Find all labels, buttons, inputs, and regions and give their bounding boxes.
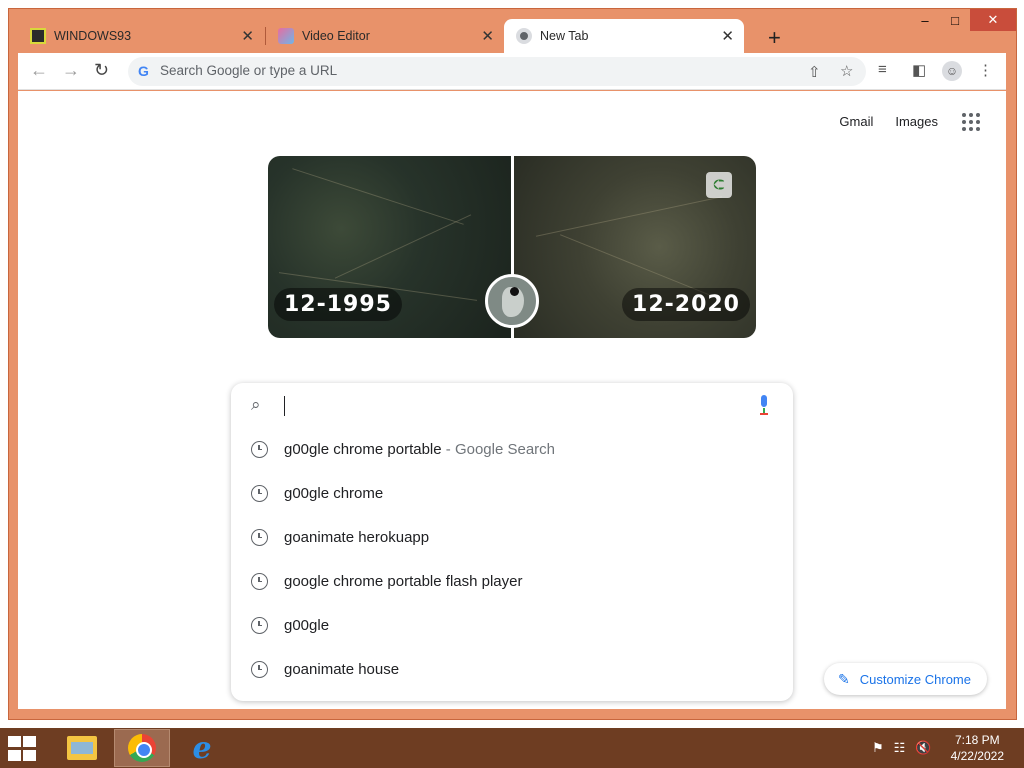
history-clock-icon [251,440,268,458]
suggestion-item[interactable]: g00gle chrome [231,471,793,515]
suggestion-item[interactable]: g00gle chrome portable - Google Search [231,427,793,471]
taskbar-chrome[interactable] [114,729,170,767]
suggestion-item[interactable]: goanimate house [231,647,793,691]
tab-title: Video Editor [302,29,370,43]
history-clock-icon [251,484,268,502]
year-label-left: 12-1995 [274,288,402,321]
back-arrow-icon[interactable]: ← [30,60,48,81]
customize-label: Customize Chrome [859,671,971,687]
network-icon[interactable]: ☷ [894,740,906,756]
maximize-button[interactable]: □ [940,9,970,31]
customize-chrome-button[interactable]: ✎ Customize Chrome [824,663,987,695]
omnibox[interactable]: G Search Google or type a URL ⇧ ☆ [128,57,866,86]
reload-icon[interactable]: ↻ [94,60,109,81]
suggestion-text: google chrome portable flash player [284,572,523,590]
suggestion-list: g00gle chrome portable - Google Search g… [231,427,793,691]
suggestion-text: g00gle chrome [284,484,384,502]
bookmark-star-icon[interactable]: ☆ [840,62,853,80]
google-doodle[interactable]: 12-1995 12-2020 ⮈ [268,156,756,338]
minimize-button[interactable]: ‒ [910,9,940,31]
top-links: Gmail Images [839,114,938,129]
tab-close-icon[interactable]: ✕ [721,27,734,45]
chrome-favicon-icon [516,28,532,44]
windows93-favicon-icon [30,28,46,44]
history-clock-icon [251,528,268,546]
browser-toolbar: ← → ↻ G Search Google or type a URL ⇧ ☆ … [18,53,1006,90]
profile-avatar-icon[interactable]: ☺ [942,61,962,81]
start-button[interactable] [8,736,38,762]
reading-list-icon[interactable]: ≡ [878,61,887,78]
share-icon[interactable]: ⮈ [706,172,732,198]
history-clock-icon [251,660,268,678]
taskbar-file-explorer[interactable] [54,729,110,767]
suggestion-item[interactable]: google chrome portable flash player [231,559,793,603]
taskbar: e ⚑ ☷ 🔇 7:18 PM 4/22/2022 [0,728,1024,768]
volume-muted-icon[interactable]: 🔇 [915,740,931,756]
clock-time: 7:18 PM [954,733,1000,747]
new-tab-button[interactable]: + [768,25,781,51]
globe-icon[interactable] [485,274,539,328]
menu-kebab-icon[interactable]: ⋮ [978,61,993,79]
video-editor-favicon-icon [278,28,294,44]
suggestion-item[interactable]: g00gle [231,603,793,647]
apps-grid-icon[interactable] [962,113,980,131]
pencil-icon: ✎ [838,670,850,687]
suggestion-text: goanimate herokuapp [284,528,430,546]
chrome-icon [128,734,156,762]
suggestion-text: g00gle [284,616,330,634]
images-link[interactable]: Images [895,114,938,129]
text-cursor [284,396,285,416]
forward-arrow-icon[interactable]: → [62,60,80,81]
year-label-right: 12-2020 [622,288,750,321]
history-clock-icon [251,572,268,590]
side-panel-icon[interactable]: ◧ [912,61,926,79]
omnibox-placeholder: Search Google or type a URL [160,63,338,78]
taskbar-internet-explorer[interactable]: e [174,729,230,767]
clock-date: 4/22/2022 [950,749,1004,763]
tab-close-icon[interactable]: ✕ [241,27,254,45]
suggestion-text: g00gle chrome portable [284,440,442,458]
tab-strip: WINDOWS93 ✕ Video Editor ✕ New Tab ✕ + [18,19,781,53]
search-icon: ⌕ [251,395,261,414]
google-g-icon: G [138,63,149,79]
tab-title: New Tab [540,29,589,43]
tab-video-editor[interactable]: Video Editor ✕ [266,19,504,53]
folder-icon [67,736,97,760]
window-controls: ‒ □ ✕ [910,9,1016,31]
search-input[interactable] [287,393,727,419]
action-center-flag-icon[interactable]: ⚑ [872,740,884,756]
tab-close-icon[interactable]: ✕ [481,27,494,45]
search-box[interactable]: ⌕ g00gle chrome portable - Google Search… [231,383,793,701]
system-tray: ⚑ ☷ 🔇 [872,740,932,756]
new-tab-page: Gmail Images 12-1995 12-2020 ⮈ ⌕ g00gle … [18,91,1006,709]
internet-explorer-icon: e [192,730,212,766]
tab-windows93[interactable]: WINDOWS93 ✕ [18,19,264,53]
history-clock-icon [251,616,268,634]
suggestion-item[interactable]: goanimate herokuapp [231,515,793,559]
suggestion-text: goanimate house [284,660,400,678]
microphone-icon[interactable] [757,395,771,417]
taskbar-clock[interactable]: 7:18 PM 4/22/2022 [951,732,1004,764]
close-window-button[interactable]: ✕ [970,9,1016,31]
tab-new-tab[interactable]: New Tab ✕ [504,19,744,53]
gmail-link[interactable]: Gmail [839,114,873,129]
tab-title: WINDOWS93 [54,29,132,43]
share-page-icon[interactable]: ⇧ [808,63,821,81]
suggestion-suffix: - Google Search [441,440,556,458]
